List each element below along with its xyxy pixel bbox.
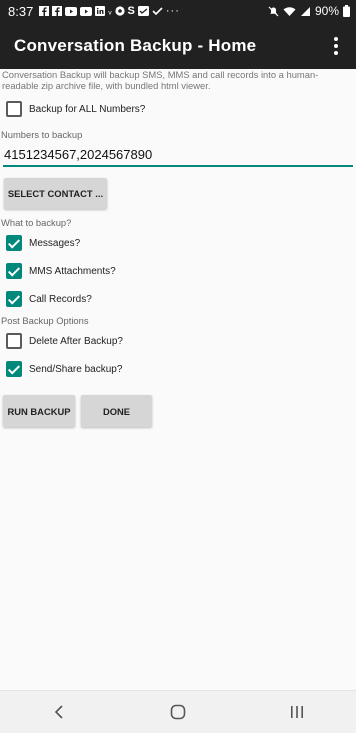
app-bar: Conversation Backup - Home [0, 22, 356, 69]
facebook-icon [39, 6, 50, 16]
mms-attachments-checkbox[interactable] [6, 263, 22, 279]
recents-icon[interactable] [277, 692, 317, 732]
app-description: Conversation Backup will backup SMS, MMS… [2, 69, 319, 91]
more-vert-icon[interactable] [328, 34, 344, 58]
messages-checkbox[interactable] [6, 235, 22, 251]
main-content: Conversation Backup will backup SMS, MMS… [0, 69, 356, 427]
action-buttons: RUN BACKUP DONE [3, 395, 356, 427]
status-notification-icons: ᵥ S ··· [39, 5, 180, 17]
done-all-icon [137, 6, 149, 16]
delete-after-checkbox[interactable] [6, 333, 22, 349]
navigation-bar [0, 690, 356, 733]
back-icon[interactable] [39, 692, 79, 732]
select-contact-button[interactable]: SELECT CONTACT ... [4, 178, 107, 209]
call-records-label: Call Records? [29, 293, 92, 305]
vine-icon: ᵥ [108, 5, 112, 17]
backup-all-label: Backup for ALL Numbers? [29, 103, 146, 115]
status-system-icons: 90% [268, 4, 350, 18]
chrome-icon [114, 6, 125, 16]
backup-all-checkbox[interactable] [6, 101, 22, 117]
battery-icon [343, 5, 350, 17]
home-icon[interactable] [158, 692, 198, 732]
youtube-icon [80, 6, 93, 16]
what-section-label: What to backup? [1, 217, 72, 228]
delete-after-label: Delete After Backup? [29, 335, 123, 347]
mms-attachments-label: MMS Attachments? [29, 265, 116, 277]
wifi-icon [283, 6, 296, 16]
post-section-label: Post Backup Options [1, 315, 89, 326]
call-records-checkbox[interactable] [6, 291, 22, 307]
numbers-section-label: Numbers to backup [1, 129, 83, 140]
more-icon: ··· [165, 5, 180, 17]
youtube-icon [65, 6, 78, 16]
backup-all-row[interactable]: Backup for ALL Numbers? [0, 95, 356, 123]
linkedin-icon [95, 6, 106, 16]
numbers-input[interactable] [3, 145, 353, 167]
status-bar: 8:37 ᵥ S ··· 90% [0, 0, 356, 22]
facebook-icon [52, 6, 63, 16]
send-share-checkbox[interactable] [6, 361, 22, 377]
app-title: Conversation Backup - Home [14, 35, 257, 55]
messages-row[interactable]: Messages? [0, 229, 356, 257]
delete-after-row[interactable]: Delete After Backup? [0, 327, 356, 355]
status-time: 8:37 [8, 3, 34, 19]
done-button[interactable]: DONE [81, 395, 152, 427]
s-icon: S [127, 5, 135, 17]
battery-percent: 90% [314, 4, 339, 18]
signal-icon [300, 6, 310, 16]
send-share-row[interactable]: Send/Share backup? [0, 355, 356, 383]
messages-label: Messages? [29, 237, 81, 249]
send-share-label: Send/Share backup? [29, 363, 123, 375]
mute-icon [268, 6, 279, 16]
checkmark-icon [152, 7, 163, 16]
run-backup-button[interactable]: RUN BACKUP [3, 395, 75, 427]
mms-attachments-row[interactable]: MMS Attachments? [0, 257, 356, 285]
call-records-row[interactable]: Call Records? [0, 285, 356, 313]
